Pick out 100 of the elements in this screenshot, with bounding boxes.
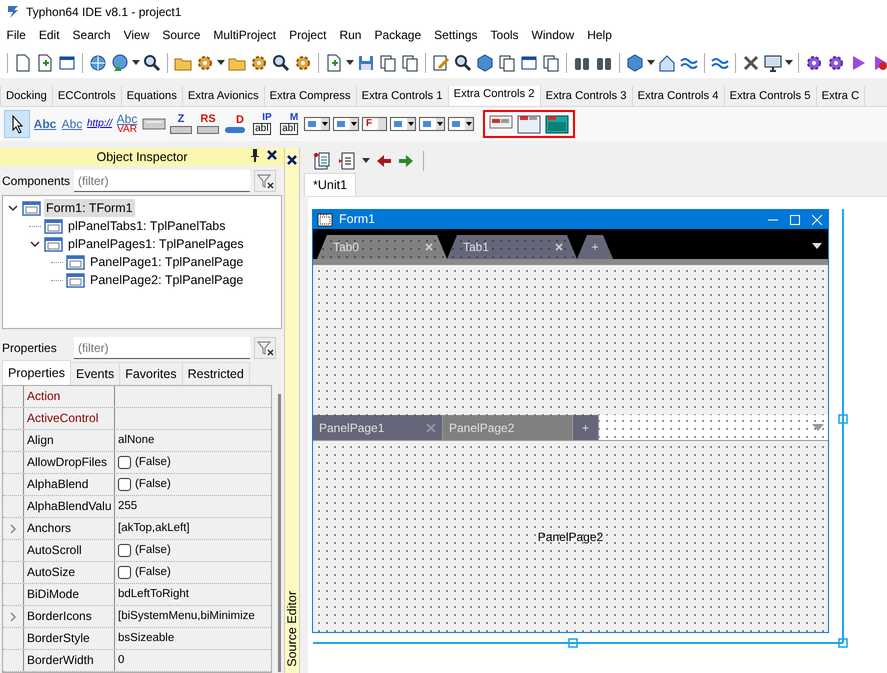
combobox-icon[interactable] xyxy=(333,117,360,131)
link-component[interactable]: http:// xyxy=(87,112,112,136)
property-value[interactable]: bsSizeable xyxy=(118,628,174,649)
checkbox[interactable] xyxy=(118,478,131,491)
lettered-component[interactable]: Z xyxy=(169,112,194,136)
property-name[interactable]: AllowDropFiles xyxy=(23,452,115,473)
menu-item[interactable]: Run xyxy=(332,24,368,48)
inspector-tab[interactable]: Properties xyxy=(2,360,71,385)
maximize-icon[interactable] xyxy=(790,214,800,224)
lettered-component[interactable]: RS xyxy=(196,112,220,136)
checkbox[interactable] xyxy=(118,544,131,557)
caret-icon[interactable] xyxy=(785,60,793,66)
selection-frame[interactable] xyxy=(312,208,848,648)
expand-icon[interactable] xyxy=(9,524,17,534)
menu-item[interactable]: Window xyxy=(525,24,581,48)
filter-field[interactable]: (filter) xyxy=(74,170,250,192)
gear-icon[interactable] xyxy=(826,53,846,73)
documents-icon[interactable] xyxy=(400,53,420,73)
documents-icon[interactable] xyxy=(541,53,561,73)
edit-component[interactable]: IP abI xyxy=(250,112,274,136)
edit-component[interactable]: M abI xyxy=(277,112,302,136)
editor-tab[interactable]: *Unit1 xyxy=(304,173,356,196)
menu-item[interactable]: View xyxy=(117,24,156,48)
magnifier-icon[interactable] xyxy=(271,53,291,73)
property-value[interactable]: 255 xyxy=(118,496,138,517)
menu-item[interactable]: Search xyxy=(66,24,118,48)
globe-icon[interactable] xyxy=(88,53,108,73)
caret-icon[interactable] xyxy=(362,158,370,164)
page-panel-icon[interactable] xyxy=(517,114,542,134)
add-tab-button[interactable]: + xyxy=(577,235,613,259)
property-value[interactable]: 0 xyxy=(118,650,124,671)
property-name[interactable]: BorderWidth xyxy=(23,650,115,671)
combobox-icon[interactable] xyxy=(419,117,446,131)
gear-icon[interactable] xyxy=(195,53,215,73)
tree-item[interactable]: PanelPage1: TplPanelPage xyxy=(88,252,246,272)
property-value[interactable]: (False) xyxy=(135,540,171,561)
tree-item[interactable]: Form1: TForm1 xyxy=(44,198,135,218)
menu-item[interactable]: Source xyxy=(156,24,207,48)
gear-icon[interactable] xyxy=(804,53,824,73)
add-page-button[interactable]: + xyxy=(573,415,599,440)
tree-item[interactable]: PanelPage2: TplPanelPage xyxy=(88,270,246,290)
property-value[interactable]: [biSystemMenu,biMinimize xyxy=(118,606,255,627)
property-name[interactable]: Anchors xyxy=(23,518,115,539)
filled-panel-icon[interactable] xyxy=(545,114,570,134)
menu-item[interactable]: Package xyxy=(368,24,428,48)
font-combobox[interactable]: F xyxy=(362,117,388,131)
property-name[interactable]: Action xyxy=(23,386,115,407)
close-icon[interactable] xyxy=(266,148,278,162)
combobox-icon[interactable] xyxy=(390,117,416,131)
page-tab[interactable]: PanelPage1 xyxy=(313,415,443,440)
property-name[interactable]: BorderIcons xyxy=(23,606,115,627)
house-icon[interactable] xyxy=(657,53,677,73)
menu-item[interactable]: Settings xyxy=(428,24,484,48)
close-icon[interactable] xyxy=(287,154,297,166)
property-name[interactable]: AutoScroll xyxy=(23,540,115,561)
globe-icon[interactable] xyxy=(110,53,130,73)
tree-item[interactable]: plPanelTabs1: TplPanelTabs xyxy=(66,216,228,236)
slider-component[interactable]: D xyxy=(223,112,248,136)
property-value[interactable]: (False) xyxy=(135,474,171,495)
property-value[interactable]: [akTop,akLeft] xyxy=(118,518,190,539)
gear-icon[interactable] xyxy=(293,53,313,73)
magnifier-icon[interactable] xyxy=(453,53,473,73)
pencil-icon[interactable] xyxy=(431,53,451,73)
menu-item[interactable]: Edit xyxy=(32,24,66,48)
documents-icon[interactable] xyxy=(378,53,398,73)
combobox-icon[interactable] xyxy=(304,117,330,131)
pointer-tool[interactable] xyxy=(4,110,30,138)
property-name[interactable]: AlphaBlend xyxy=(23,474,115,495)
property-name[interactable]: BiDiMode xyxy=(23,584,115,605)
gear-icon[interactable] xyxy=(249,53,269,73)
checkbox[interactable] xyxy=(118,566,131,579)
label-component[interactable]: Abc VAR xyxy=(115,112,140,136)
label-component[interactable]: Abc xyxy=(60,112,84,136)
documents-icon[interactable] xyxy=(497,53,517,73)
clear-filter-icon[interactable] xyxy=(254,170,276,192)
property-name[interactable]: AutoSize xyxy=(23,562,115,583)
magnifier-icon[interactable] xyxy=(142,53,162,73)
form-tab[interactable]: Tab1 xyxy=(447,235,577,259)
property-value[interactable]: (False) xyxy=(135,452,171,473)
dropdown-icon[interactable] xyxy=(812,243,822,249)
documents-icon[interactable] xyxy=(312,151,332,171)
menu-item[interactable]: File xyxy=(0,24,32,48)
combobox-icon[interactable] xyxy=(448,117,474,131)
filter-field[interactable]: (filter) xyxy=(74,337,250,359)
forward-arrow-icon[interactable] xyxy=(398,154,414,168)
pin-icon[interactable] xyxy=(250,148,260,162)
checkbox[interactable] xyxy=(118,456,131,469)
caret-icon[interactable] xyxy=(217,60,225,66)
document-icon[interactable] xyxy=(338,151,356,171)
caret-icon[interactable] xyxy=(346,60,354,66)
property-name[interactable]: BorderStyle xyxy=(23,628,115,649)
menu-item[interactable]: MultiProject xyxy=(206,24,283,48)
property-value[interactable]: (False) xyxy=(135,562,171,583)
property-name[interactable]: ActiveControl xyxy=(23,408,115,429)
expand-icon[interactable] xyxy=(9,612,17,622)
monitor-icon[interactable] xyxy=(763,53,783,73)
caret-icon[interactable] xyxy=(647,60,655,66)
tab-strip-icon[interactable] xyxy=(489,114,514,130)
progress-component-icon[interactable] xyxy=(142,116,166,132)
property-name[interactable]: AlphaBlendValu xyxy=(23,496,115,517)
